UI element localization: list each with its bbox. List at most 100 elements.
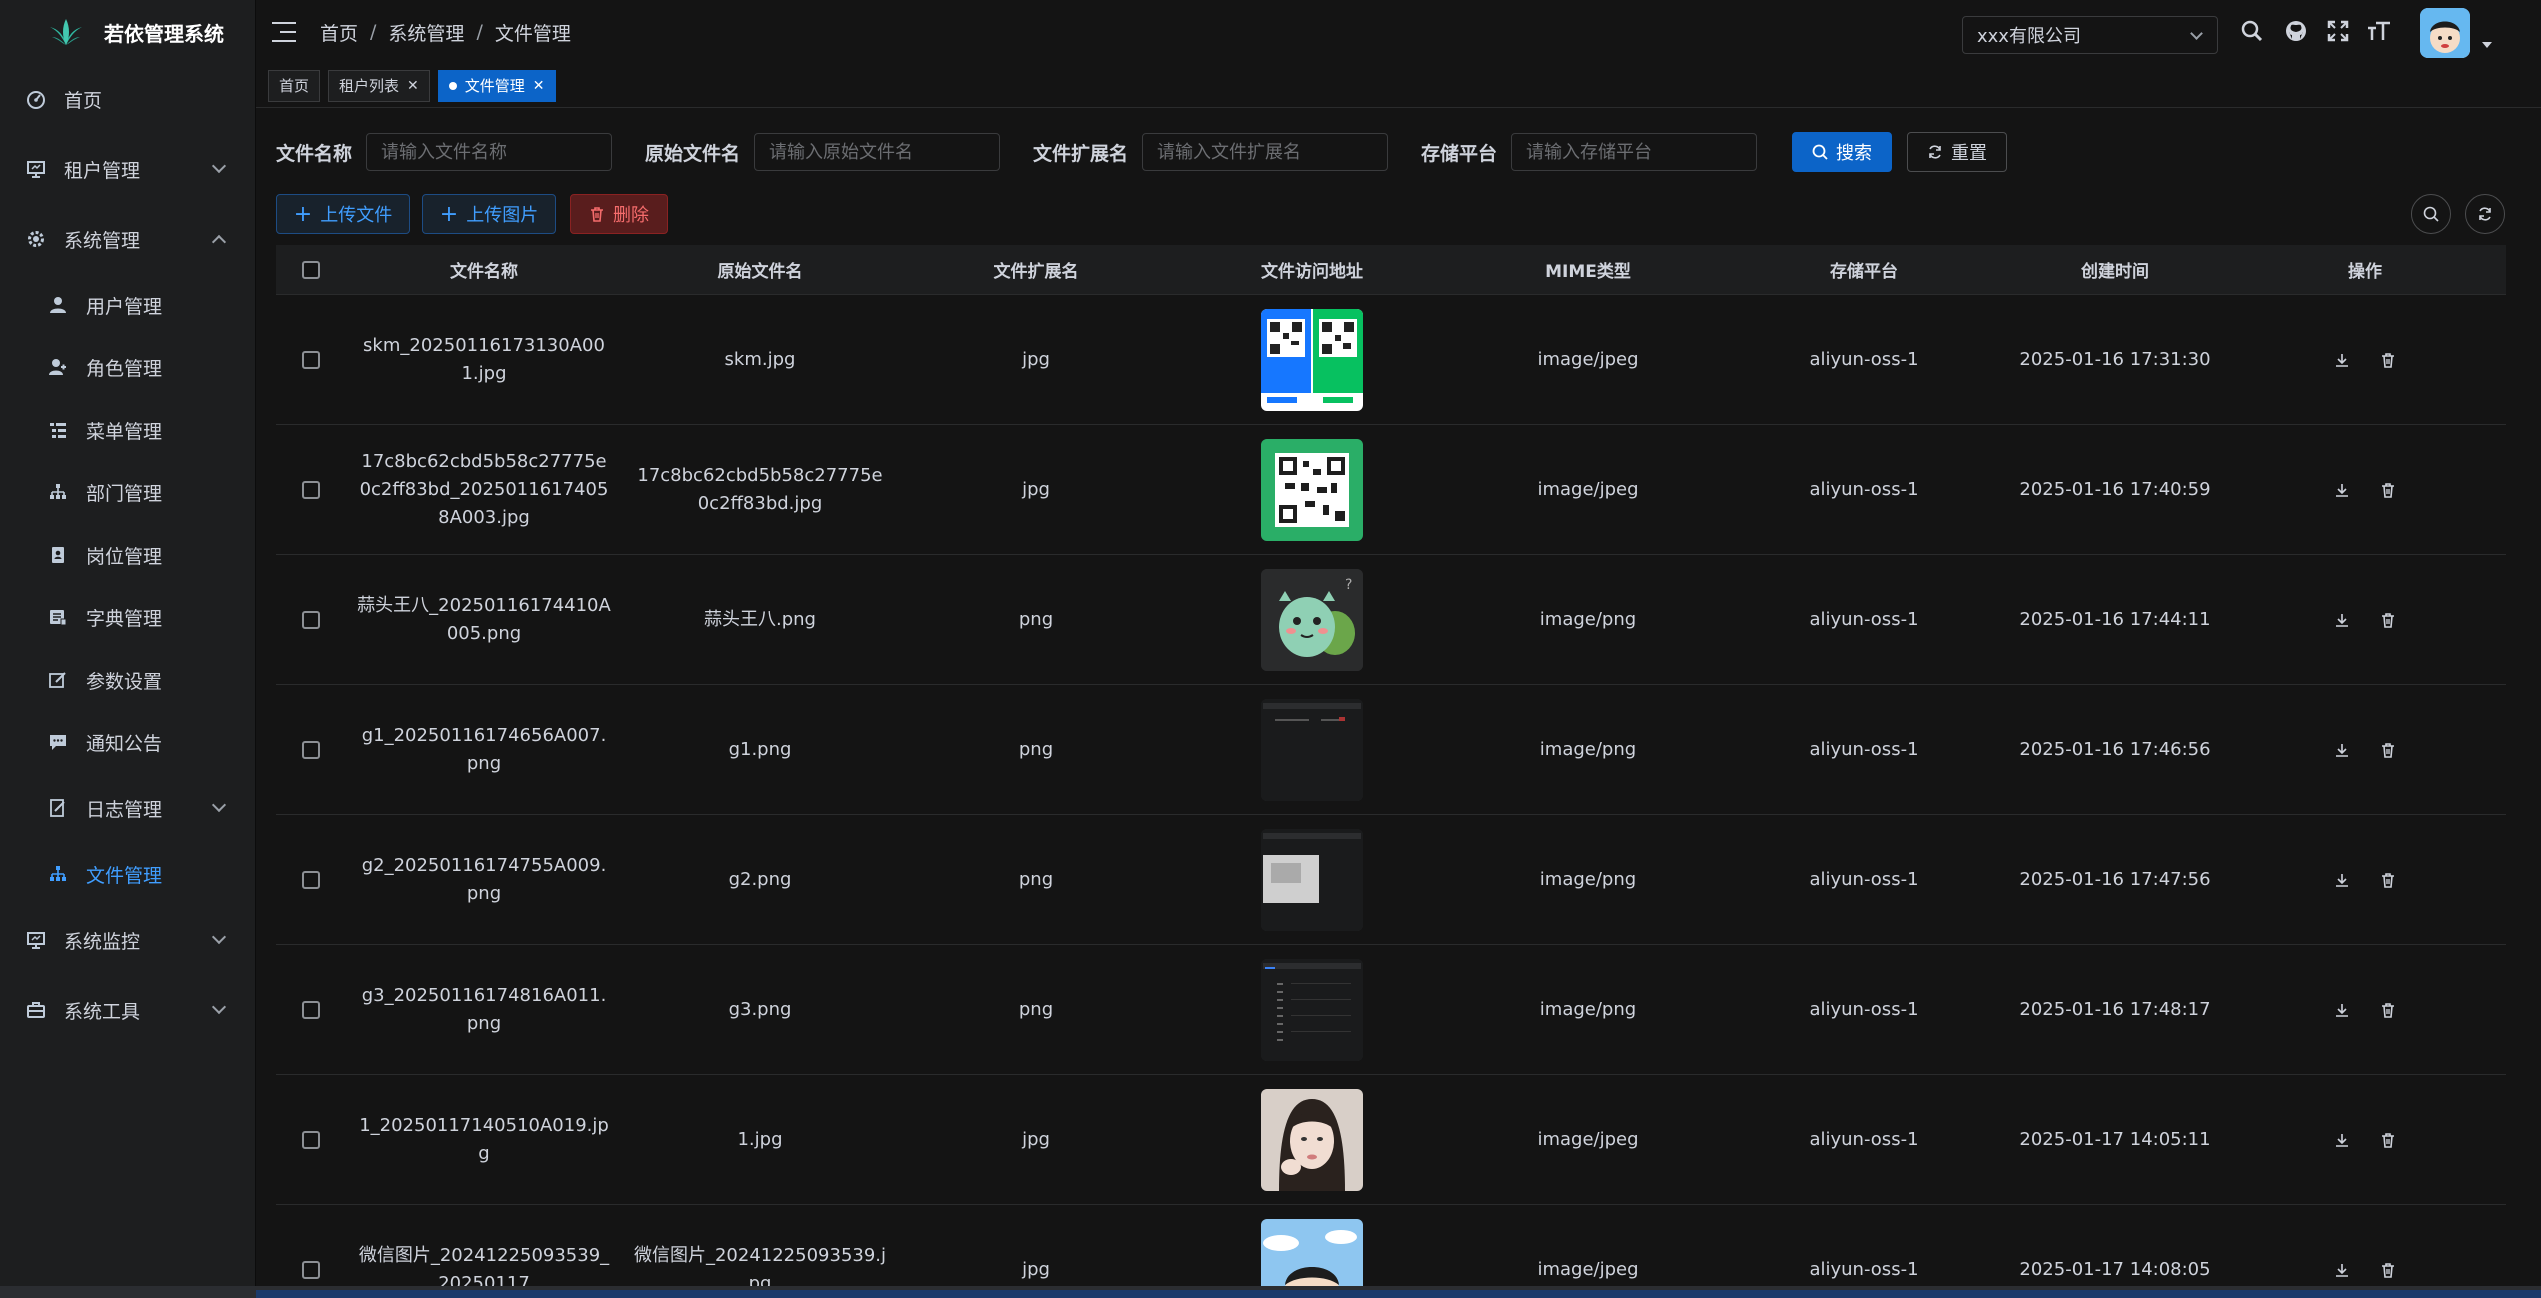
sidebar-item-file[interactable]: 文件管理 xyxy=(0,846,256,902)
sidebar-item-notice[interactable]: 通知公告 xyxy=(0,714,256,770)
file-thumbnail[interactable] xyxy=(1261,698,1363,801)
table-row[interactable]: 17c8bc62cbd5b58c27775e0c2ff83bd_20250116… xyxy=(276,425,2506,555)
close-icon[interactable]: ✕ xyxy=(407,78,419,94)
file-thumbnail[interactable] xyxy=(1261,1088,1363,1191)
sidebar-item-dept[interactable]: 部门管理 xyxy=(0,464,256,520)
row-checkbox[interactable] xyxy=(302,870,320,889)
upload-image-button[interactable]: + 上传图片 xyxy=(422,194,556,234)
sidebar-item-system[interactable]: 系统管理 xyxy=(0,211,256,267)
hamburger-icon[interactable] xyxy=(272,22,296,42)
row-checkbox[interactable] xyxy=(302,610,320,629)
download-icon[interactable] xyxy=(2331,479,2353,501)
row-checkbox[interactable] xyxy=(302,1260,320,1279)
sidebar-item-tenant[interactable]: 租户管理 xyxy=(0,141,256,197)
caret-down-icon[interactable] xyxy=(2482,42,2492,48)
tags-view: 首页 租户列表 ✕ 文件管理 ✕ xyxy=(256,64,2541,108)
search-icon[interactable] xyxy=(2239,18,2265,44)
file-thumbnail[interactable] xyxy=(1261,828,1363,931)
platform-input[interactable] xyxy=(1511,133,1758,171)
tenant-select[interactable]: xxx有限公司 xyxy=(1962,16,2218,54)
column-header[interactable]: 存储平台 xyxy=(1726,257,2002,282)
orig-name-input[interactable] xyxy=(754,133,1001,171)
download-icon[interactable] xyxy=(2331,999,2353,1021)
taskbar-strip xyxy=(0,1286,2541,1298)
trash-icon[interactable] xyxy=(2377,739,2399,761)
download-icon[interactable] xyxy=(2331,869,2353,891)
avatar[interactable] xyxy=(2420,8,2470,58)
breadcrumb-system: 系统管理 xyxy=(388,22,465,45)
tag-home[interactable]: 首页 xyxy=(268,69,321,102)
column-header[interactable]: 文件访问地址 xyxy=(1174,257,1450,282)
toggle-search-button[interactable] xyxy=(2411,194,2451,234)
search-icon xyxy=(2423,206,2439,222)
column-header[interactable]: 原始文件名 xyxy=(622,257,898,282)
download-icon[interactable] xyxy=(2331,1259,2353,1281)
table-row[interactable]: g3_20250116174816A011.png g3.png png ima… xyxy=(276,945,2506,1075)
file-name-input[interactable] xyxy=(366,133,613,171)
row-checkbox[interactable] xyxy=(302,480,320,499)
sidebar-item-user[interactable]: 用户管理 xyxy=(0,277,256,333)
table-row[interactable]: 微信图片_20241225093539_20250117 微信图片_202412… xyxy=(276,1205,2506,1298)
column-header[interactable]: 文件扩展名 xyxy=(898,257,1174,282)
trash-icon[interactable] xyxy=(2377,1129,2399,1151)
tag-file-manage[interactable]: 文件管理 ✕ xyxy=(437,69,556,102)
search-button[interactable]: 搜索 xyxy=(1792,132,1892,172)
file-thumbnail[interactable] xyxy=(1261,438,1363,541)
upload-file-button[interactable]: + 上传文件 xyxy=(276,194,410,234)
column-header[interactable]: MIME类型 xyxy=(1450,257,1726,282)
breadcrumb-home[interactable]: 首页 xyxy=(320,19,358,46)
trash-icon[interactable] xyxy=(2377,479,2399,501)
close-icon[interactable]: ✕ xyxy=(533,78,545,94)
sidebar-item-role[interactable]: 角色管理 xyxy=(0,339,256,395)
trash-icon[interactable] xyxy=(2377,349,2399,371)
trash-icon[interactable] xyxy=(2377,1259,2399,1281)
table-row[interactable]: skm_20250116173130A001.jpg skm.jpg jpg i… xyxy=(276,295,2506,425)
file-thumbnail[interactable] xyxy=(1261,308,1363,411)
sidebar-item-post[interactable]: 岗位管理 xyxy=(0,527,256,583)
trash-icon[interactable] xyxy=(2377,609,2399,631)
sidebar-item-log[interactable]: 日志管理 xyxy=(0,780,256,836)
logo[interactable]: 若依管理系统 xyxy=(0,0,255,64)
column-header[interactable]: 创建时间 xyxy=(2002,257,2228,282)
trash-icon[interactable] xyxy=(2377,999,2399,1021)
delete-button[interactable]: 删除 xyxy=(570,194,668,234)
table-row[interactable]: 蒜头王八_20250116174410A005.png 蒜头王八.png png… xyxy=(276,555,2506,685)
download-icon[interactable] xyxy=(2331,739,2353,761)
sidebar-item-label: 字典管理 xyxy=(86,607,163,630)
row-checkbox[interactable] xyxy=(302,740,320,759)
column-header[interactable]: 文件名称 xyxy=(346,257,622,282)
sidebar-item-dict[interactable]: 字典管理 xyxy=(0,589,256,645)
row-checkbox[interactable] xyxy=(302,1000,320,1019)
table-row[interactable]: 1_20250117140510A019.jpg 1.jpg jpg image… xyxy=(276,1075,2506,1205)
download-icon[interactable] xyxy=(2331,609,2353,631)
refresh-button[interactable] xyxy=(2465,194,2505,234)
trash-icon[interactable] xyxy=(2377,869,2399,891)
table-row[interactable]: g2_20250116174755A009.png g2.png png ima… xyxy=(276,815,2506,945)
table-row[interactable]: g1_20250116174656A007.png g1.png png ima… xyxy=(276,685,2506,815)
reset-button[interactable]: 重置 xyxy=(1907,132,2007,172)
fullscreen-icon[interactable] xyxy=(2325,18,2351,44)
sidebar-item-config[interactable]: 参数设置 xyxy=(0,652,256,708)
file-thumbnail[interactable] xyxy=(1261,958,1363,1061)
select-all-checkbox[interactable] xyxy=(302,260,320,279)
ext-cell: jpg xyxy=(1022,348,1050,370)
sidebar-item-monitor[interactable]: 系统监控 xyxy=(0,912,256,968)
breadcrumb-separator: / xyxy=(476,21,483,43)
download-icon[interactable] xyxy=(2331,1129,2353,1151)
tag-tenant-list[interactable]: 租户列表 ✕ xyxy=(328,69,430,102)
orig-name-cell: 蒜头王八.png xyxy=(704,608,816,630)
download-icon[interactable] xyxy=(2331,349,2353,371)
file-thumbnail[interactable]: ? xyxy=(1261,568,1363,671)
breadcrumb-current: 文件管理 xyxy=(494,22,571,45)
sidebar-item-menu[interactable]: 菜单管理 xyxy=(0,402,256,458)
chevron-down-icon xyxy=(211,929,227,945)
file-name-cell: g1_20250116174656A007.png xyxy=(361,724,607,774)
font-size-icon[interactable] xyxy=(2366,18,2392,44)
github-icon[interactable] xyxy=(2283,18,2309,44)
edit-icon xyxy=(48,670,68,690)
ext-input[interactable] xyxy=(1142,133,1389,171)
sidebar-item-tool[interactable]: 系统工具 xyxy=(0,982,256,1038)
row-checkbox[interactable] xyxy=(302,1130,320,1149)
row-checkbox[interactable] xyxy=(302,350,320,369)
sidebar-item-home[interactable]: 首页 xyxy=(0,71,256,127)
